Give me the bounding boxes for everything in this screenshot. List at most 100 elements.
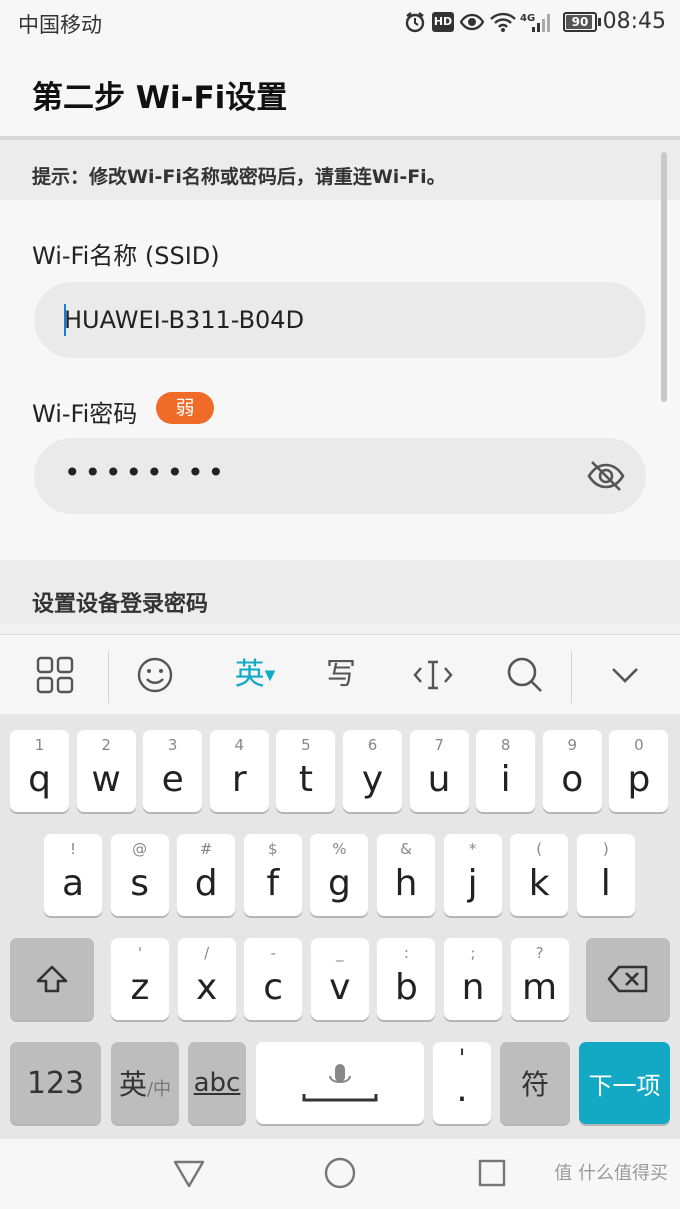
battery-tip xyxy=(598,18,601,26)
scrollbar[interactable] xyxy=(661,152,667,402)
period-key-label: . xyxy=(456,1069,468,1110)
key-f[interactable]: $ f xyxy=(243,834,302,916)
key-label: u xyxy=(427,759,451,800)
key-hint: @ xyxy=(132,840,148,858)
key-hint: 8 xyxy=(500,736,511,754)
password-value: •••••••• xyxy=(64,456,229,489)
key-label: p xyxy=(627,759,651,800)
next-key[interactable]: 下一项 xyxy=(579,1042,670,1124)
battery-level: 90 xyxy=(571,15,589,29)
key-label: l xyxy=(600,863,611,904)
password-label: Wi-Fi密码 xyxy=(32,400,138,428)
key-label: a xyxy=(61,863,85,904)
toolbar-divider xyxy=(108,651,109,703)
key-e[interactable]: 3e xyxy=(143,730,203,812)
home-icon[interactable] xyxy=(324,1157,356,1193)
keyboard-toolbar: 英▼ 写 xyxy=(0,634,680,715)
battery-icon: 90 xyxy=(563,12,597,32)
key-g[interactable]: % g xyxy=(310,834,369,916)
key-p[interactable]: 0p xyxy=(609,730,669,812)
page-header: 第二步 Wi-Fi设置 xyxy=(0,46,680,140)
key-hint: 2 xyxy=(101,736,111,754)
ssid-value: HUAWEI-B311-B04D xyxy=(64,306,305,334)
watermark: 值 什么值得买 xyxy=(554,1163,668,1184)
back-icon[interactable] xyxy=(172,1159,206,1193)
language-key-sub: /中 xyxy=(146,1079,172,1100)
period-key[interactable]: ' . xyxy=(433,1042,491,1124)
recent-apps-icon[interactable] xyxy=(478,1159,506,1191)
alarm-icon xyxy=(404,11,426,33)
key-label: x xyxy=(195,967,218,1008)
key-hint: - xyxy=(270,944,276,962)
key-l[interactable]: ) l xyxy=(576,834,635,916)
key-hint: 5 xyxy=(301,736,311,754)
numbers-key[interactable]: 123 xyxy=(10,1042,101,1124)
key-q[interactable]: 1q xyxy=(10,730,69,812)
key-hint: $ xyxy=(268,840,278,858)
backspace-key[interactable] xyxy=(586,938,670,1020)
key-label: f xyxy=(266,863,280,904)
key-hint: ( xyxy=(536,840,543,858)
eye-hidden-icon[interactable] xyxy=(586,458,626,498)
section-title: 设置设备登录密码 xyxy=(32,592,209,617)
password-input[interactable]: •••••••• xyxy=(34,438,646,514)
caret-down-icon: ▼ xyxy=(264,667,276,684)
key-a[interactable]: ! a xyxy=(44,834,102,916)
key-label: m xyxy=(522,967,558,1008)
space-key[interactable] xyxy=(256,1042,424,1124)
key-h[interactable]: & h xyxy=(377,834,435,916)
key-y[interactable]: 6y xyxy=(343,730,402,812)
toolbar-divider xyxy=(571,651,572,703)
key-hint: ! xyxy=(69,840,76,858)
hd-icon: HD xyxy=(432,12,454,32)
key-label: q xyxy=(28,759,51,800)
key-u[interactable]: 7u xyxy=(409,730,469,812)
section-header: 设置设备登录密码 xyxy=(0,560,680,624)
hint-text: 提示：修改Wi-Fi名称或密码后，请重连Wi-Fi。 xyxy=(32,166,446,188)
collapse-keyboard-icon[interactable] xyxy=(590,635,660,715)
shift-key[interactable] xyxy=(10,938,94,1020)
abc-key[interactable]: abc xyxy=(188,1042,246,1124)
key-hint: ' xyxy=(137,944,143,962)
search-icon[interactable] xyxy=(490,635,560,715)
key-n[interactable]: ; n xyxy=(444,938,502,1020)
key-hint: 4 xyxy=(234,736,245,754)
signal-icon xyxy=(530,11,554,33)
key-o[interactable]: 9o xyxy=(542,730,602,812)
key-hint: * xyxy=(468,840,477,858)
key-hint: 6 xyxy=(367,736,378,754)
key-d[interactable]: # d xyxy=(177,834,236,916)
key-r[interactable]: 4r xyxy=(209,730,269,812)
key-k[interactable]: (k xyxy=(510,834,569,916)
key-hint: 1 xyxy=(34,736,45,754)
key-t[interactable]: 5t xyxy=(276,730,336,812)
key-label: n xyxy=(461,967,485,1008)
wifi-icon xyxy=(490,11,516,33)
ssid-input[interactable]: HUAWEI-B311-B04D xyxy=(34,282,646,358)
key-s[interactable]: @ s xyxy=(110,834,169,916)
language-toggle[interactable]: 英▼ xyxy=(222,635,288,715)
key-hint: : xyxy=(403,944,409,962)
key-label: e xyxy=(161,759,184,800)
key-j[interactable]: * j xyxy=(443,834,502,916)
key-c[interactable]: -c xyxy=(244,938,303,1020)
numbers-key-label: 123 xyxy=(26,1065,85,1101)
language-key[interactable]: 英/中 xyxy=(111,1042,179,1124)
key-i[interactable]: 8i xyxy=(476,730,536,812)
key-hint: 9 xyxy=(567,736,578,754)
key-z[interactable]: ' z xyxy=(111,938,169,1020)
key-v[interactable]: _ v xyxy=(310,938,369,1020)
key-label: h xyxy=(394,863,418,904)
key-x[interactable]: / x xyxy=(177,938,236,1020)
key-w[interactable]: 2w xyxy=(76,730,136,812)
keyboard: 1q2w3e4r5t6y7u8i9o0p ! a @ s # d $ f% g & h * j(k) l … xyxy=(0,714,680,1139)
password-strength-badge: 弱 xyxy=(156,392,214,424)
emoji-icon[interactable] xyxy=(120,635,190,715)
symbols-key[interactable]: 符 xyxy=(500,1042,570,1124)
key-m[interactable]: ? m xyxy=(510,938,569,1020)
key-b[interactable]: :b xyxy=(377,938,436,1020)
cursor-edit-icon[interactable] xyxy=(398,635,468,715)
period-key-hint: ' xyxy=(458,1044,466,1072)
grid-menu-icon[interactable] xyxy=(20,635,90,715)
handwriting-button[interactable]: 写 xyxy=(306,635,376,715)
